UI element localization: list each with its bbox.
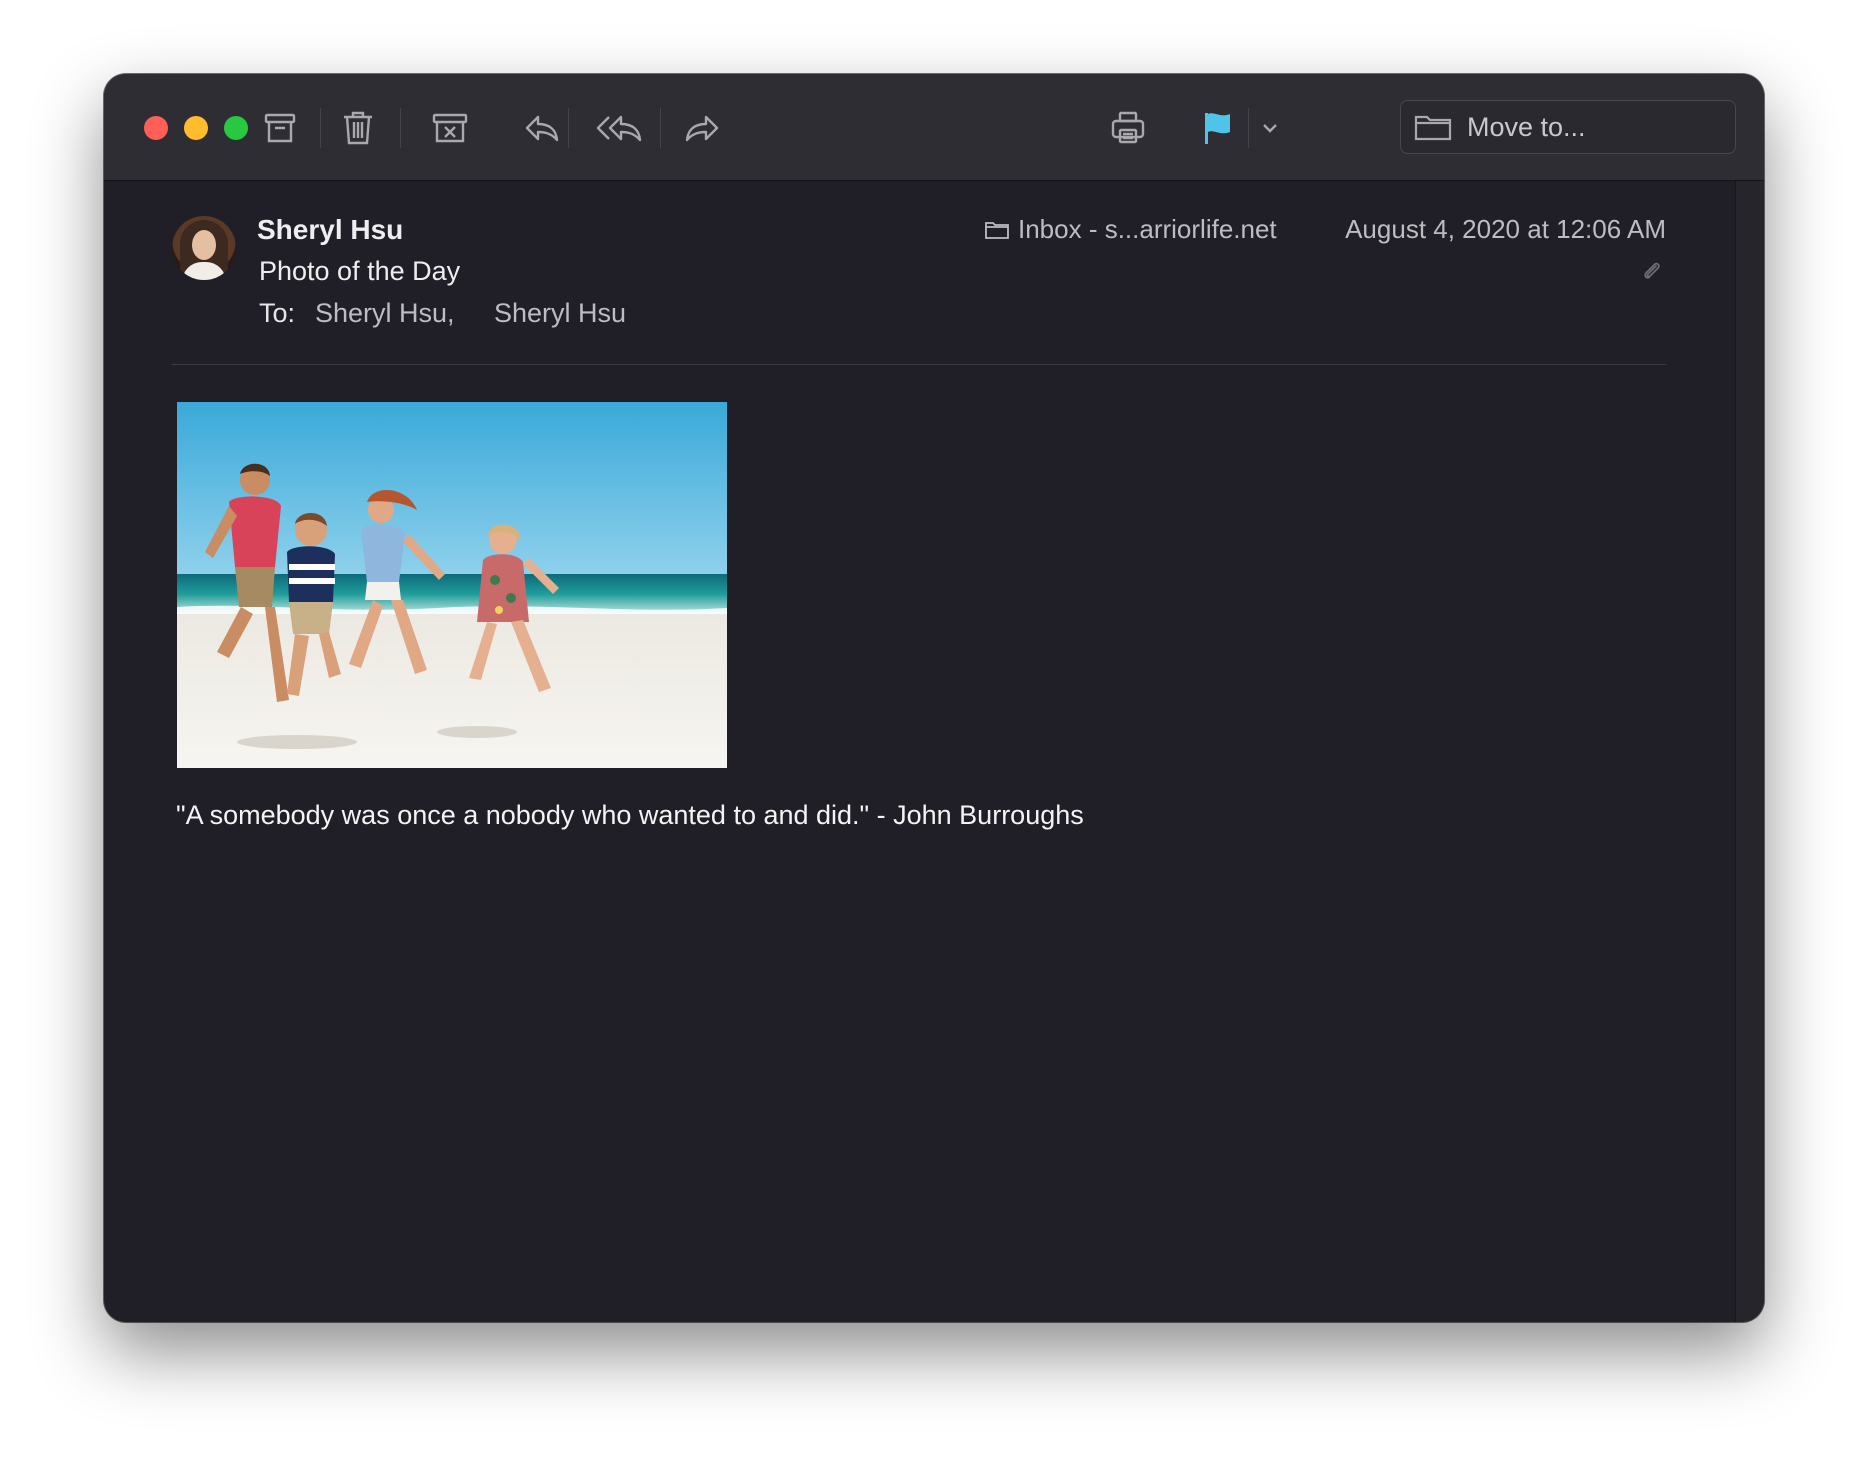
printer-icon bbox=[1111, 111, 1145, 144]
folder-icon bbox=[1414, 115, 1452, 141]
reply-all-icon bbox=[596, 115, 642, 142]
minimize-window-button[interactable] bbox=[184, 116, 208, 140]
mailbox-name: Inbox - s...arriorlife.net bbox=[1018, 214, 1277, 244]
message-subject: Photo of the Day bbox=[259, 256, 461, 286]
reply-icon bbox=[525, 115, 559, 142]
flag-menu-button[interactable] bbox=[1254, 104, 1286, 152]
forward-icon bbox=[685, 115, 719, 142]
recipient[interactable]: Sheryl Hsu bbox=[494, 298, 626, 329]
junk-icon bbox=[432, 113, 468, 143]
delete-button[interactable] bbox=[334, 104, 382, 152]
toolbar: Move to... bbox=[104, 74, 1764, 181]
forward-button[interactable] bbox=[678, 104, 726, 152]
beach-family-image bbox=[177, 402, 727, 768]
flag-button[interactable] bbox=[1194, 104, 1242, 152]
zoom-window-button[interactable] bbox=[224, 116, 248, 140]
header-divider bbox=[172, 364, 1666, 365]
message-body-quote: "A somebody was once a nobody who wanted… bbox=[176, 800, 1084, 830]
chevron-down-icon bbox=[1263, 124, 1277, 133]
trash-icon bbox=[344, 111, 372, 145]
move-to-button[interactable]: Move to... bbox=[1400, 100, 1736, 154]
print-button[interactable] bbox=[1104, 104, 1152, 152]
reply-all-button[interactable] bbox=[588, 104, 652, 152]
message-photo[interactable] bbox=[177, 402, 727, 768]
mailbox-label: Inbox - s...arriorlife.net bbox=[984, 214, 1277, 245]
archive-icon bbox=[264, 113, 296, 143]
move-to-label: Move to... bbox=[1467, 111, 1586, 142]
archive-button[interactable] bbox=[256, 104, 304, 152]
paperclip-icon[interactable] bbox=[1640, 260, 1664, 284]
flag-icon bbox=[1205, 113, 1230, 144]
recipient[interactable]: Sheryl Hsu, bbox=[315, 298, 455, 329]
message-date: August 4, 2020 at 12:06 AM bbox=[1345, 214, 1666, 244]
scrollbar-track[interactable] bbox=[1735, 181, 1764, 1322]
junk-button[interactable] bbox=[426, 104, 474, 152]
reply-button[interactable] bbox=[518, 104, 566, 152]
folder-icon bbox=[985, 221, 1009, 239]
sender-name[interactable]: Sheryl Hsu bbox=[257, 214, 403, 246]
to-label: To: bbox=[259, 298, 296, 328]
mail-message-window: Move to... Sheryl Hsu Photo of the Day T… bbox=[104, 74, 1764, 1322]
close-window-button[interactable] bbox=[144, 116, 168, 140]
sender-avatar bbox=[172, 216, 236, 280]
